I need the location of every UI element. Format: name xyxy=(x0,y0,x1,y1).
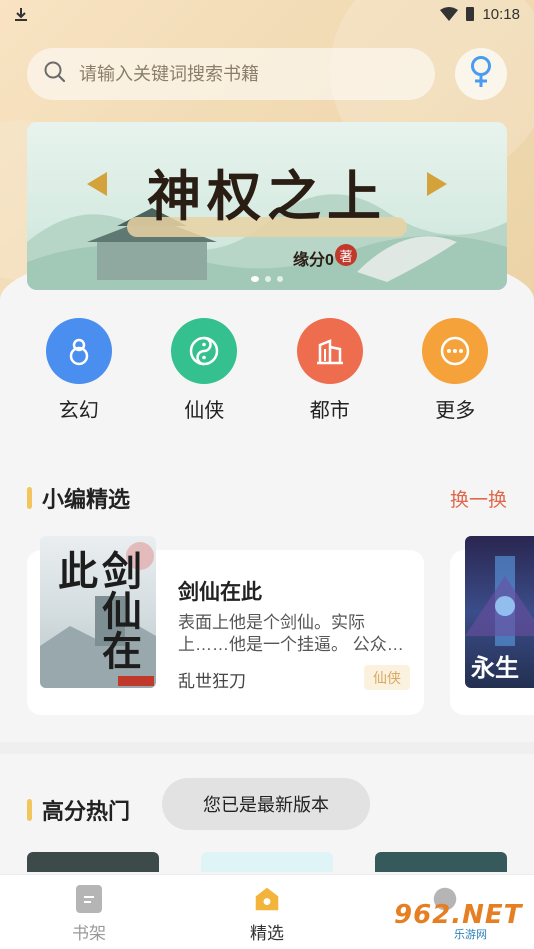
download-icon xyxy=(14,7,28,21)
section-accent-bar xyxy=(27,799,32,821)
search-row xyxy=(27,48,507,100)
section-title: 高分热门 xyxy=(42,799,131,824)
category-xianxia[interactable]: 仙侠 xyxy=(159,318,249,423)
section-divider xyxy=(0,742,534,754)
more-icon xyxy=(422,318,489,384)
pagination-dot xyxy=(277,276,283,282)
cover-title: 永生 xyxy=(471,653,519,682)
book-description: 表面上他是个剑仙。实际上……他是一个挂逼。 公众… xyxy=(178,613,404,654)
watermark-sub: 乐游网 xyxy=(454,929,487,941)
bookshelf-icon xyxy=(76,885,102,913)
cover-title: 剑仙在此 xyxy=(51,550,142,670)
category-dushi[interactable]: 都市 xyxy=(285,318,375,423)
site-watermark: 962.NET 乐游网 xyxy=(394,898,530,944)
hot-book-cover[interactable] xyxy=(201,852,333,872)
taiji-icon xyxy=(171,318,238,384)
swap-button[interactable]: 换一换 xyxy=(450,485,507,512)
category-label: 更多 xyxy=(435,400,476,422)
category-more[interactable]: 更多 xyxy=(410,318,500,423)
category-row: 玄幻 仙侠 都市 更多 xyxy=(0,318,534,423)
book-author: 乱世狂刀 xyxy=(178,672,246,691)
banner-title: 神权之上 xyxy=(147,164,387,228)
banner-author-badge: 著 xyxy=(335,244,357,266)
tab-featured[interactable]: 精选 xyxy=(178,875,356,949)
female-symbol-icon xyxy=(468,55,494,94)
category-label: 玄幻 xyxy=(58,400,99,422)
section-accent-bar xyxy=(27,487,32,509)
book-cover-next[interactable]: 永生 xyxy=(465,536,534,688)
search-box[interactable] xyxy=(27,48,435,100)
hot-book-cover[interactable] xyxy=(27,852,159,872)
category-label: 都市 xyxy=(309,400,350,422)
status-bar: 10:18 xyxy=(0,0,534,28)
status-time: 10:18 xyxy=(482,5,520,23)
genre-tag: 仙侠 xyxy=(364,665,410,690)
tab-label: 精选 xyxy=(250,924,284,943)
battery-icon xyxy=(466,7,475,21)
book-title: 剑仙在此 xyxy=(178,581,262,604)
building-icon xyxy=(296,318,363,384)
search-input[interactable] xyxy=(79,63,409,85)
toast-message: 您已是最新版本 xyxy=(162,778,370,830)
search-icon xyxy=(43,60,67,89)
banner-author: 缘分0 xyxy=(293,252,334,269)
gourd-icon xyxy=(45,318,112,384)
book-cover[interactable]: 剑仙在此 xyxy=(40,536,156,688)
editor-pick-header: 小编精选 换一换 xyxy=(27,482,507,514)
promo-banner[interactable]: 神权之上 缘分0 著 xyxy=(27,122,507,290)
gender-toggle-button[interactable] xyxy=(455,48,507,100)
wifi-icon xyxy=(440,7,459,21)
tab-bookshelf[interactable]: 书架 xyxy=(0,875,178,949)
pagination-dot xyxy=(265,276,271,282)
pagination-dot xyxy=(251,276,259,282)
tab-label: 书架 xyxy=(72,924,106,943)
category-xuanhuan[interactable]: 玄幻 xyxy=(34,318,124,423)
category-label: 仙侠 xyxy=(184,400,225,422)
hot-book-cover[interactable] xyxy=(375,852,507,872)
home-icon xyxy=(254,885,280,913)
section-title: 小编精选 xyxy=(42,487,131,512)
banner-pagination xyxy=(251,276,283,282)
